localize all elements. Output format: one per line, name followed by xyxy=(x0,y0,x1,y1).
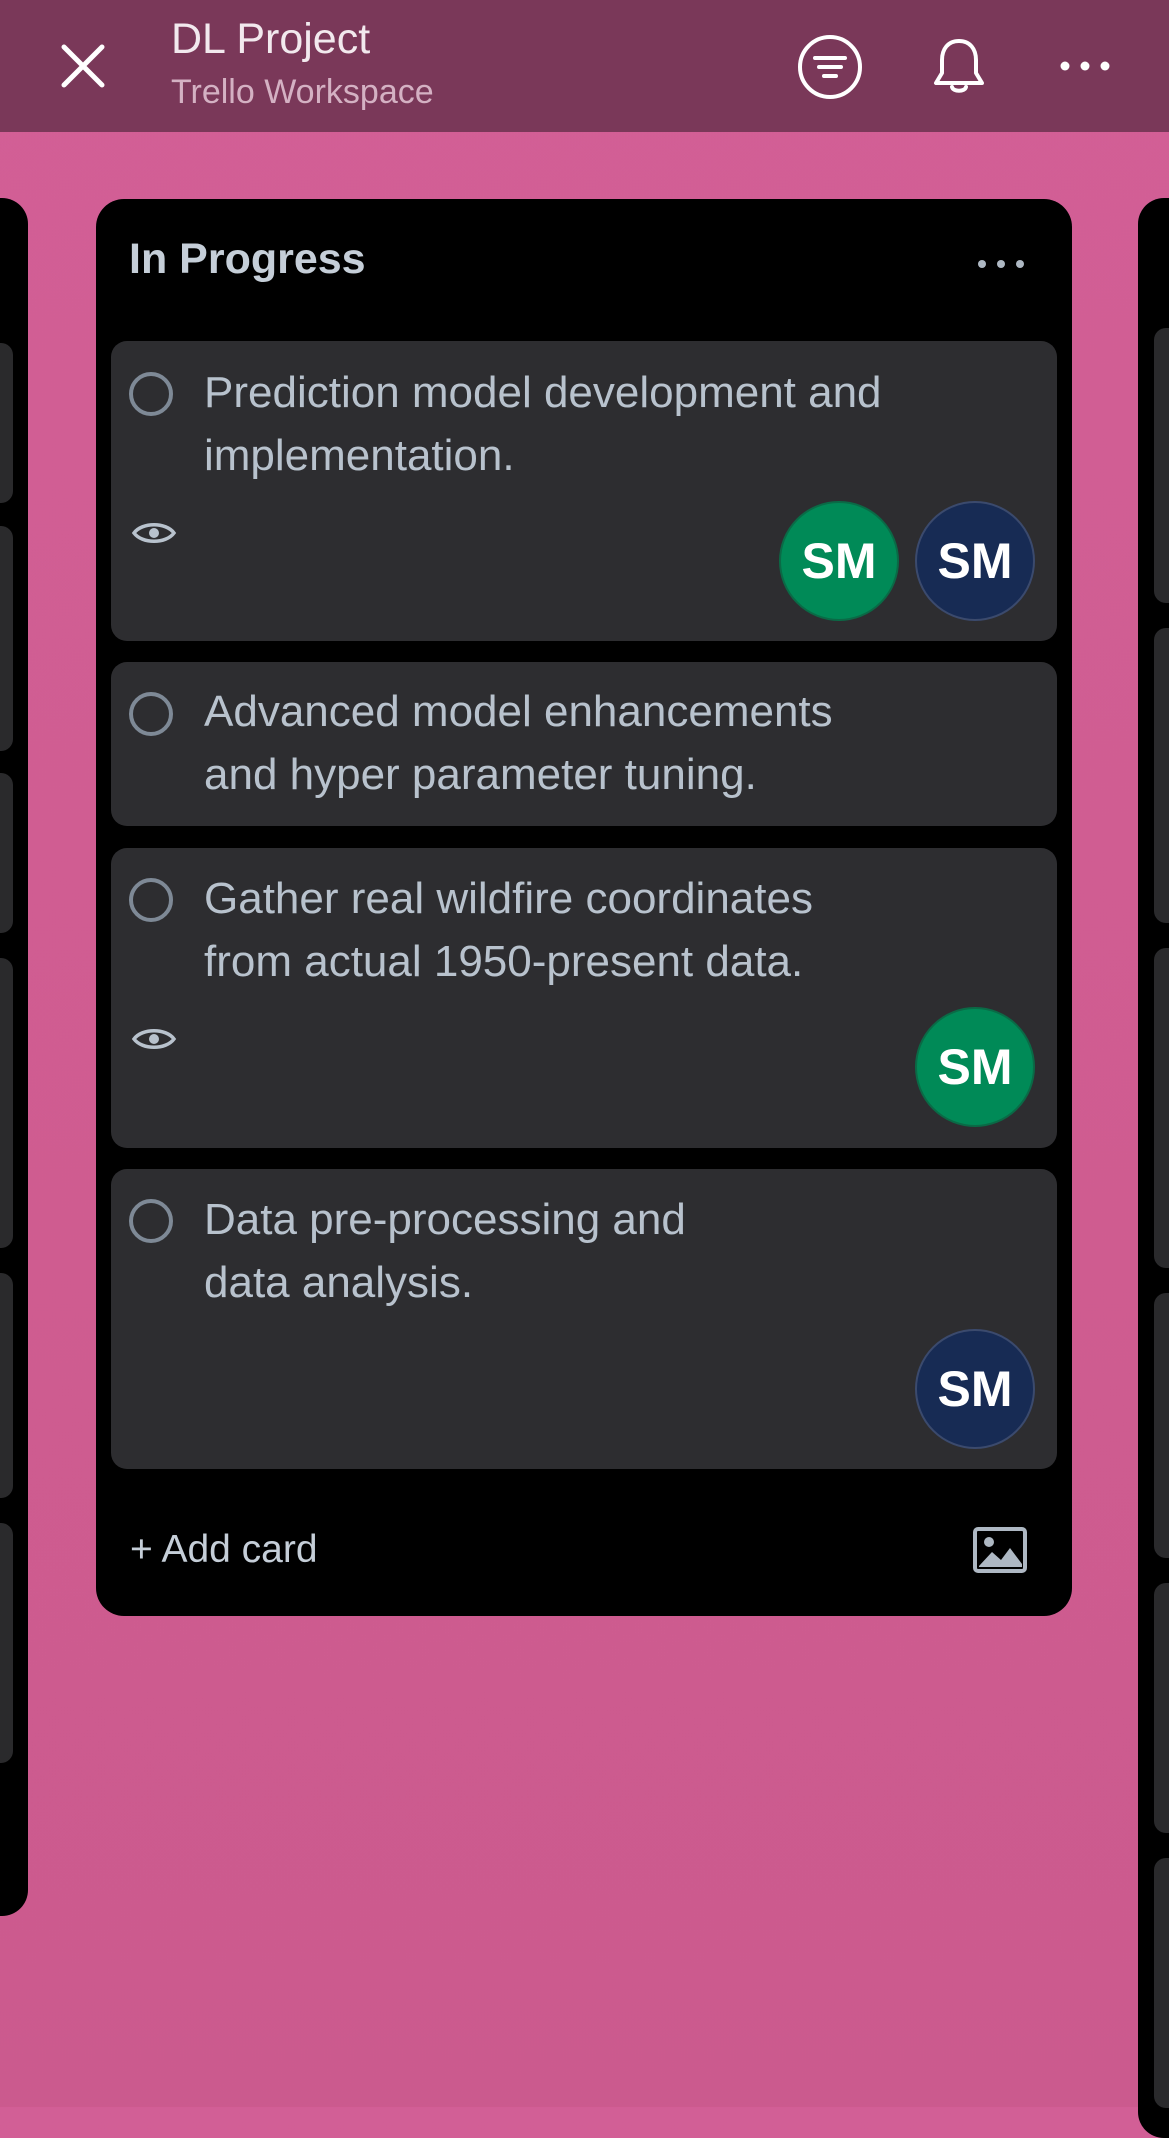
list-title[interactable]: In Progress xyxy=(129,235,366,284)
complete-checkbox[interactable] xyxy=(129,692,173,736)
member-avatar[interactable]: SM xyxy=(915,1007,1035,1127)
member-avatar[interactable]: SM xyxy=(915,1329,1035,1449)
list-in-progress: In Progress Prediction model development… xyxy=(96,199,1072,1616)
eye-icon xyxy=(131,1029,177,1049)
list-item[interactable] xyxy=(1154,948,1169,1268)
member-avatar[interactable]: SM xyxy=(915,501,1035,621)
card-title: Data pre-processing and data analysis. xyxy=(204,1195,686,1307)
card[interactable]: Prediction model development and impleme… xyxy=(111,341,1057,641)
list-item[interactable] xyxy=(0,1523,13,1763)
eye-icon xyxy=(131,523,177,543)
add-card-button[interactable]: + Add card xyxy=(130,1528,318,1572)
list-item[interactable] xyxy=(0,1273,13,1498)
previous-list[interactable] xyxy=(0,198,28,1916)
card-title: Gather real wildfire coordinates from ac… xyxy=(204,874,813,986)
list-item[interactable] xyxy=(0,773,13,933)
card-title: Prediction model development and impleme… xyxy=(204,368,882,480)
top-bar: DL Project Trello Workspace xyxy=(0,0,1169,132)
filter-button[interactable] xyxy=(795,34,865,100)
card[interactable]: Data pre-processing and data analysis. S… xyxy=(111,1169,1057,1469)
list-item[interactable] xyxy=(0,526,13,751)
bell-icon xyxy=(934,39,984,93)
card[interactable]: Gather real wildfire coordinates from ac… xyxy=(111,848,1057,1148)
list-menu-button[interactable] xyxy=(968,249,1034,279)
board-menu-button[interactable] xyxy=(1052,42,1118,90)
filter-icon xyxy=(798,35,862,99)
notifications-button[interactable] xyxy=(924,32,994,100)
card-title: Advanced model enhancements and hyper pa… xyxy=(204,687,833,799)
member-avatar[interactable]: SM xyxy=(779,501,899,621)
complete-checkbox[interactable] xyxy=(129,1199,173,1243)
complete-checkbox[interactable] xyxy=(129,878,173,922)
board-title: DL Project xyxy=(171,15,371,63)
more-icon xyxy=(978,260,1024,268)
list-item[interactable] xyxy=(0,343,13,503)
list-item[interactable] xyxy=(1154,1583,1169,1833)
list-item[interactable] xyxy=(1154,328,1169,603)
more-icon xyxy=(1060,61,1110,71)
list-item[interactable] xyxy=(1154,628,1169,923)
image-icon[interactable] xyxy=(972,1526,1028,1574)
list-item[interactable] xyxy=(1154,1858,1169,2108)
next-list[interactable] xyxy=(1138,198,1169,2138)
workspace-name: Trello Workspace xyxy=(171,73,434,111)
board-title-block[interactable]: DL Project Trello Workspace xyxy=(171,12,434,116)
close-button[interactable] xyxy=(48,36,118,96)
list-item[interactable] xyxy=(1154,1293,1169,1558)
card[interactable]: Advanced model enhancements and hyper pa… xyxy=(111,662,1057,826)
close-icon xyxy=(61,44,105,88)
list-item[interactable] xyxy=(0,958,13,1248)
complete-checkbox[interactable] xyxy=(129,372,173,416)
